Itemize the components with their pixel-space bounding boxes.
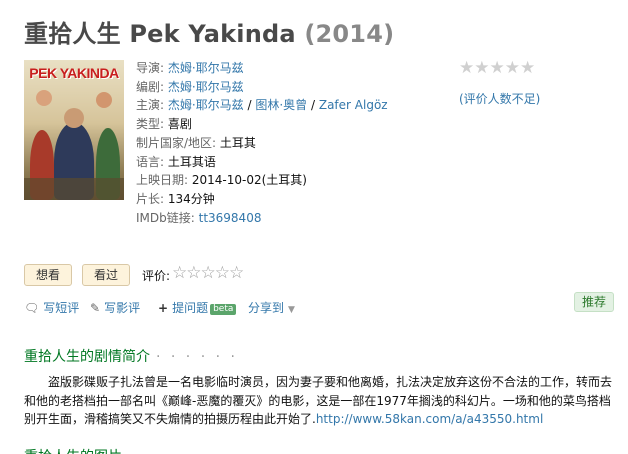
language-value: 土耳其语 xyxy=(167,154,216,169)
runtime-row: 片长: 134分钟 xyxy=(136,190,388,209)
language-row: 语言: 土耳其语 xyxy=(136,153,388,172)
rating-stars: ★★★★★ xyxy=(459,58,535,78)
rate-stars-input[interactable]: ☆☆☆☆☆ xyxy=(172,263,244,283)
movie-poster[interactable]: PEK YAKINDA xyxy=(24,60,124,200)
star-rating-icon: ★★★★★ xyxy=(459,58,536,78)
plus-icon: + xyxy=(158,301,169,315)
title-cn: 重拾人生 xyxy=(24,20,121,48)
write-comment-link[interactable]: 🗨 写短评 xyxy=(24,299,79,316)
page-title: 重拾人生 Pek Yakinda (2014) xyxy=(24,14,394,49)
language-label: 语言: xyxy=(136,154,168,169)
runtime-label: 片长: xyxy=(136,191,168,206)
release-value: 2014-10-02(土耳其) xyxy=(191,173,307,188)
writer-row: 编剧: 杰姆·耶尔马兹 xyxy=(136,78,388,97)
director-label: 导演: xyxy=(136,61,168,75)
speech-bubble-icon: 🗨 xyxy=(24,301,40,315)
writer-label: 编剧: xyxy=(136,79,168,94)
poster-figure xyxy=(96,92,112,108)
country-label: 制片国家/地区: xyxy=(136,135,220,150)
cast-link[interactable]: Zafer Algöz xyxy=(319,98,388,112)
share-dropdown[interactable]: 分享到 ▼ xyxy=(248,299,295,316)
cast-label: 主演: xyxy=(136,98,168,113)
cast-separator: / xyxy=(307,98,319,113)
country-row: 制片国家/地区: 土耳其 xyxy=(136,134,388,153)
rate-label: 评价: xyxy=(142,269,171,283)
summary-text: 盗版影碟贩子扎法曾是一名电影临时演员，因为妻子要和他离婚，扎法决定放弃这份不合法… xyxy=(24,373,614,429)
title-year: (2014) xyxy=(304,20,395,48)
rating-note: (评价人数不足) xyxy=(459,92,541,106)
cast-link[interactable]: 图林·奥曾 xyxy=(255,98,307,112)
cast-separator: / xyxy=(243,98,256,113)
ask-question-label: 提问题 xyxy=(172,301,209,315)
write-review-link[interactable]: ✎ 写影评 xyxy=(90,299,140,316)
release-label: 上映日期: xyxy=(136,173,192,188)
director-link[interactable]: 杰姆·耶尔马兹 xyxy=(168,61,244,75)
photos-heading: 重拾人生的图片 xyxy=(24,446,122,454)
genre-label: 类型: xyxy=(136,117,168,132)
beta-badge: beta xyxy=(210,304,237,315)
release-row: 上映日期: 2014-10-02(土耳其) xyxy=(136,171,388,190)
writer-link[interactable]: 杰姆·耶尔马兹 xyxy=(168,80,244,94)
imdb-link[interactable]: tt3698408 xyxy=(199,211,262,225)
write-comment-label: 写短评 xyxy=(43,301,80,315)
want-to-watch-button[interactable]: 想看 xyxy=(24,264,72,286)
summary-dots: · · · · · · xyxy=(156,349,238,365)
recommend-button[interactable]: 推荐 xyxy=(574,292,614,312)
poster-figure xyxy=(24,178,124,200)
ask-question-link[interactable]: + 提问题 beta xyxy=(158,299,237,316)
title-original: Pek Yakinda xyxy=(129,20,296,48)
chevron-down-icon: ▼ xyxy=(288,305,295,315)
movie-info: 导演: 杰姆·耶尔马兹 编剧: 杰姆·耶尔马兹 主演: 杰姆·耶尔马兹 / 图林… xyxy=(136,59,388,227)
watched-button[interactable]: 看过 xyxy=(82,264,130,286)
genre-row: 类型: 喜剧 xyxy=(136,115,388,134)
summary-heading: 重拾人生的剧情简介 · · · · · · xyxy=(24,346,238,366)
imdb-label: IMDb链接: xyxy=(136,210,199,225)
imdb-row: IMDb链接: tt3698408 xyxy=(136,209,388,228)
director-row: 导演: 杰姆·耶尔马兹 xyxy=(136,59,388,78)
cast-row: 主演: 杰姆·耶尔马兹 / 图林·奥曾 / Zafer Algöz xyxy=(136,96,388,115)
pencil-icon: ✎ xyxy=(90,301,101,315)
cast-link[interactable]: 杰姆·耶尔马兹 xyxy=(168,98,244,112)
write-review-label: 写影评 xyxy=(104,301,141,315)
poster-title: PEK YAKINDA xyxy=(29,65,119,81)
summary-link[interactable]: http://www.58kan.com/a/a43550.html xyxy=(316,412,543,426)
genre-value: 喜剧 xyxy=(167,117,192,132)
country-value: 土耳其 xyxy=(219,135,256,150)
poster-figure xyxy=(64,108,84,128)
summary-heading-text: 重拾人生的剧情简介 xyxy=(24,349,150,365)
runtime-value: 134分钟 xyxy=(167,191,215,206)
share-label: 分享到 xyxy=(248,301,285,315)
poster-figure xyxy=(36,90,52,106)
